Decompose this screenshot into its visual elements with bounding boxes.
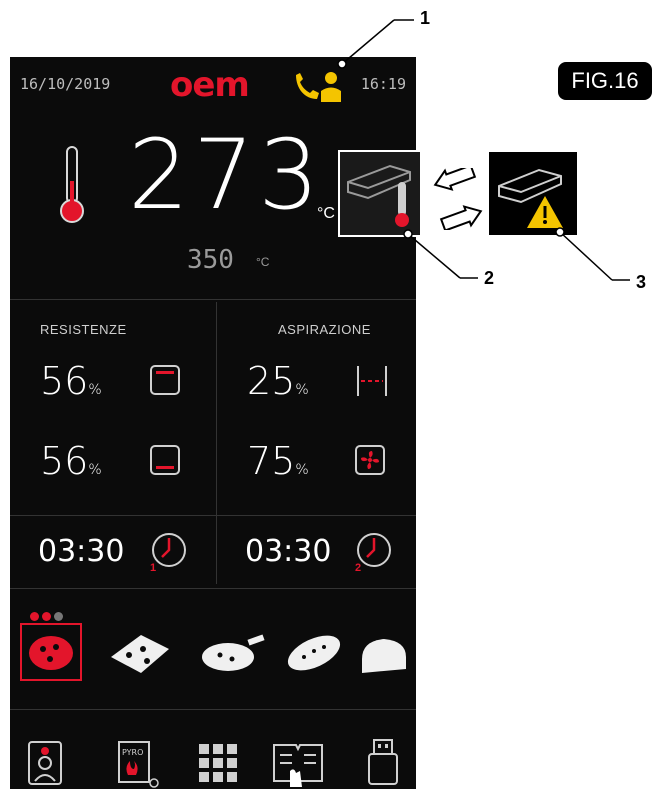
grid-menu-icon[interactable] [198, 743, 238, 783]
svg-text:PYRO: PYRO [122, 748, 143, 757]
timer-2-value[interactable]: 03:30 [245, 534, 331, 569]
clock-icon[interactable]: 2 [353, 531, 395, 573]
timer-1-index: 1 [150, 562, 156, 573]
usb-icon[interactable] [368, 739, 398, 785]
current-temperature[interactable]: 273 [128, 127, 323, 223]
callout-3-label: 3 [636, 272, 647, 292]
top-resistance-icon[interactable] [150, 365, 180, 395]
hood-warning-panel [489, 152, 577, 235]
divider [10, 299, 416, 300]
top-aspiration-value[interactable]: 25% [247, 359, 309, 403]
clock-icon[interactable]: 1 [148, 531, 190, 573]
service-call-icon[interactable] [293, 69, 343, 103]
pizza-slices-icon[interactable] [107, 627, 175, 679]
hood-thermometer-icon[interactable] [340, 152, 420, 235]
callout-1-label: 1 [420, 8, 431, 28]
swap-arrows-icon [433, 168, 483, 230]
divider [10, 709, 416, 710]
bread-loaf-icon[interactable] [358, 629, 410, 679]
recipe-book-icon[interactable] [272, 741, 324, 787]
bottom-resistance-value[interactable]: 56% [40, 439, 102, 483]
hood-temperature-highlight [338, 150, 422, 237]
time-label: 16:19 [360, 75, 406, 93]
thermometer-icon [60, 146, 84, 223]
bottom-resistance-icon[interactable] [150, 445, 180, 475]
timer-1-value[interactable]: 03:30 [38, 534, 124, 569]
date-label: 16/10/2019 [20, 75, 111, 93]
chef-icon[interactable] [28, 741, 62, 785]
bottom-aspiration-value[interactable]: 75% [247, 439, 309, 483]
aspirazione-title: ASPIRAZIONE [278, 322, 371, 337]
setpoint-temperature[interactable]: 350 [187, 245, 234, 275]
divider [10, 588, 416, 589]
callout-2-label: 2 [484, 268, 495, 288]
figure-label: FIG.16 [558, 62, 652, 100]
temperature-unit: °C [317, 205, 335, 222]
resistenze-title: RESISTENZE [40, 322, 127, 337]
pizza-round-icon[interactable] [20, 623, 82, 681]
setpoint-unit: °C [256, 255, 270, 269]
hood-alarm-icon [498, 168, 563, 228]
timer-2-index: 2 [355, 562, 361, 573]
brand-logo: oem [170, 65, 250, 105]
pyro-icon[interactable]: PYRO [118, 741, 160, 789]
damper-icon[interactable] [355, 363, 389, 399]
fan-icon[interactable] [355, 445, 385, 475]
top-resistance-value[interactable]: 56% [40, 359, 102, 403]
pizza-tray-icon[interactable] [198, 629, 266, 677]
status-bar: 16/10/2019 oem 16:19 [10, 57, 416, 117]
divider [10, 515, 416, 516]
focaccia-icon[interactable] [282, 627, 346, 679]
divider-vertical [216, 302, 217, 584]
